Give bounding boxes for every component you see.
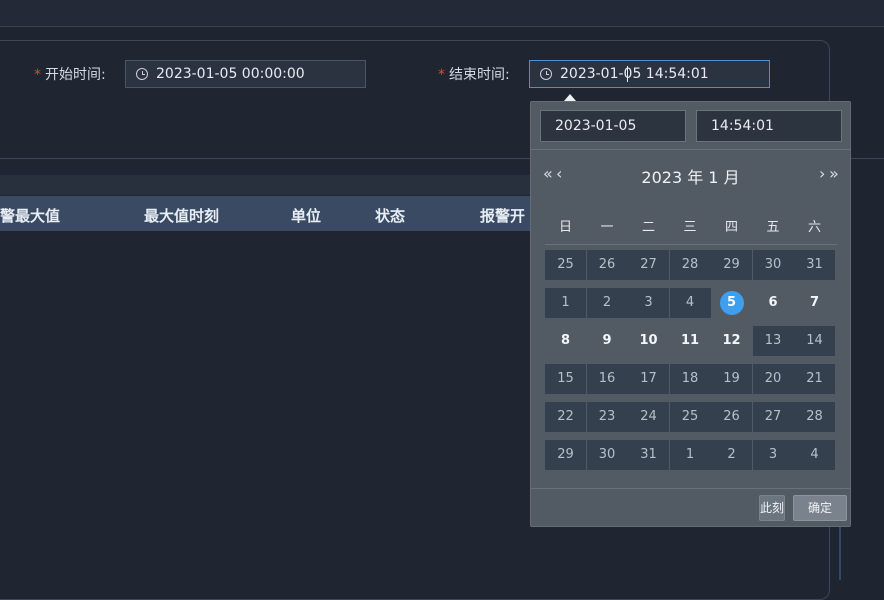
- day-cell[interactable]: 1: [545, 288, 586, 318]
- day-cell[interactable]: 23: [586, 402, 628, 432]
- start-time-value: 2023-01-05 00:00:00: [156, 66, 305, 82]
- day-cell[interactable]: 29: [545, 440, 586, 470]
- table-toolbar: [0, 175, 530, 195]
- month-title: 2023 年 1 月: [641, 168, 740, 187]
- day-cell[interactable]: 4: [794, 440, 835, 470]
- day-cell[interactable]: 22: [545, 402, 586, 432]
- day-cell[interactable]: 17: [628, 364, 669, 394]
- day-cell[interactable]: 10: [628, 326, 669, 356]
- required-mark: *: [438, 67, 445, 83]
- day-cell[interactable]: 7: [794, 288, 835, 318]
- clock-icon: [136, 68, 148, 80]
- day-cell[interactable]: 28: [794, 402, 835, 432]
- end-time-value: 2023-01-05 14:54:01: [560, 66, 709, 82]
- day-cell[interactable]: 2: [711, 440, 752, 470]
- end-time-label: * 结束时间:: [438, 64, 510, 84]
- day-cell[interactable]: 18: [669, 364, 711, 394]
- start-time-input[interactable]: 2023-01-05 00:00:00: [125, 60, 366, 88]
- day-cell[interactable]: 27: [628, 250, 669, 280]
- weekday-label: 日: [558, 220, 572, 235]
- clock-icon: [540, 68, 552, 80]
- selected-day-marker: 5: [719, 291, 744, 315]
- column-header-unit[interactable]: 单位: [291, 205, 321, 226]
- picker-footer-divider: [531, 488, 850, 489]
- day-cell[interactable]: 26: [586, 250, 628, 280]
- day-cell[interactable]: 21: [794, 364, 835, 394]
- day-cell[interactable]: 25: [545, 250, 586, 280]
- weekday-label: 三: [683, 220, 697, 235]
- column-header-max-value[interactable]: 警最大值: [0, 205, 60, 226]
- weekday-label: 五: [766, 220, 780, 235]
- day-cell[interactable]: 12: [711, 326, 752, 356]
- start-time-label: * 开始时间:: [34, 64, 106, 84]
- day-cell[interactable]: 25: [669, 402, 711, 432]
- weekday-divider: [545, 244, 837, 245]
- day-cell[interactable]: 20: [752, 364, 794, 394]
- weekday-label: 一: [600, 220, 614, 235]
- day-cell[interactable]: 19: [711, 364, 752, 394]
- selected-day-cell[interactable]: 5: [711, 288, 752, 318]
- weekday-label: 四: [724, 220, 738, 235]
- day-cell[interactable]: 2: [586, 288, 628, 318]
- datetime-picker: 2023-01-05 14:54:01 « ‹ 2023 年 1 月 › » 日…: [530, 101, 851, 527]
- day-cell[interactable]: 1: [669, 440, 711, 470]
- day-cell[interactable]: 30: [752, 250, 794, 280]
- day-cell[interactable]: 27: [752, 402, 794, 432]
- column-header-max-time[interactable]: 最大值时刻: [144, 205, 219, 226]
- day-cell[interactable]: 29: [711, 250, 752, 280]
- day-cell[interactable]: 31: [794, 250, 835, 280]
- day-cell[interactable]: 3: [628, 288, 669, 318]
- column-header-alarm-start[interactable]: 报警开: [480, 205, 530, 226]
- table-header: [0, 196, 530, 231]
- picker-divider: [531, 149, 850, 150]
- picker-date-input[interactable]: 2023-01-05: [540, 110, 686, 142]
- picker-pointer: [564, 94, 576, 101]
- day-cell[interactable]: 14: [794, 326, 835, 356]
- day-cell[interactable]: 28: [669, 250, 711, 280]
- start-time-label-text: 开始时间:: [45, 67, 106, 83]
- weekday-label: 六: [807, 220, 821, 235]
- confirm-button[interactable]: 确定: [793, 495, 847, 521]
- day-cell[interactable]: 30: [586, 440, 628, 470]
- day-cell[interactable]: 16: [586, 364, 628, 394]
- now-button[interactable]: 此刻: [759, 495, 785, 521]
- end-time-label-text: 结束时间:: [449, 67, 510, 83]
- day-cell[interactable]: 13: [752, 326, 794, 356]
- day-cell[interactable]: 4: [669, 288, 711, 318]
- end-time-input[interactable]: 2023-01-05 14:54:01: [529, 60, 770, 88]
- text-cursor: [627, 66, 628, 82]
- day-cell[interactable]: 11: [670, 326, 711, 356]
- day-cell[interactable]: 24: [628, 402, 669, 432]
- required-mark: *: [34, 67, 41, 83]
- day-cell[interactable]: 9: [587, 326, 628, 356]
- day-cell[interactable]: 15: [545, 364, 586, 394]
- day-cell[interactable]: 6: [753, 288, 794, 318]
- day-cell[interactable]: 26: [711, 402, 752, 432]
- picker-time-input[interactable]: 14:54:01: [696, 110, 842, 142]
- next-month-icon[interactable]: ›: [819, 164, 825, 183]
- day-cell[interactable]: 31: [628, 440, 669, 470]
- weekday-label: 二: [641, 220, 655, 235]
- column-header-status[interactable]: 状态: [375, 205, 405, 226]
- day-cell[interactable]: 3: [752, 440, 794, 470]
- day-cell[interactable]: 8: [545, 326, 586, 356]
- next-year-icon[interactable]: »: [829, 164, 839, 183]
- top-bar: [0, 0, 884, 27]
